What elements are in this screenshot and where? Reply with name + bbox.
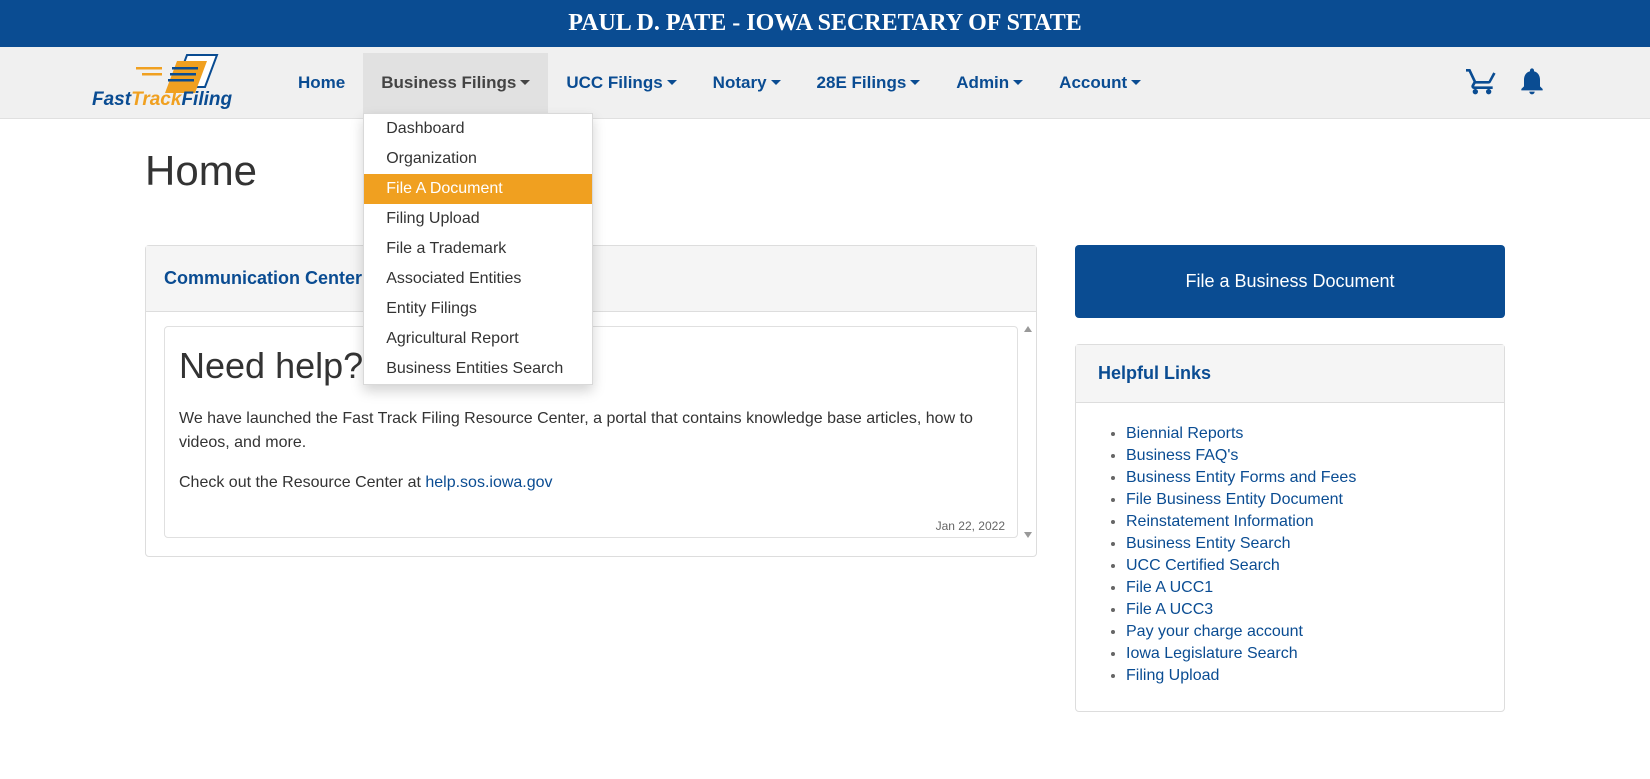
nav-business-filings-label: Business Filings <box>381 73 516 93</box>
helpful-link[interactable]: Pay your charge account <box>1126 623 1303 640</box>
dropdown-dashboard[interactable]: Dashboard <box>364 114 592 144</box>
helpful-link[interactable]: Iowa Legislature Search <box>1126 645 1298 662</box>
caret-icon <box>1131 80 1141 85</box>
list-item: UCC Certified Search <box>1126 557 1484 575</box>
caret-icon <box>667 80 677 85</box>
logo[interactable]: FastTrackFiling <box>92 47 252 118</box>
helpful-link[interactable]: UCC Certified Search <box>1126 557 1280 574</box>
card-date: Jan 22, 2022 <box>936 519 1005 533</box>
nav-ucc-filings[interactable]: UCC Filings <box>548 53 694 113</box>
helpful-link[interactable]: File A UCC1 <box>1126 579 1213 596</box>
navbar: FastTrackFiling Home Business Filings Da… <box>0 47 1650 119</box>
list-item: File Business Entity Document <box>1126 491 1484 509</box>
dropdown-organization[interactable]: Organization <box>364 144 592 174</box>
helpful-links-panel: Helpful Links Biennial Reports Business … <box>1075 344 1505 712</box>
nav-28e-filings-label: 28E Filings <box>817 73 907 93</box>
page-container: Home Communication Center Need help? We … <box>145 147 1505 752</box>
helpful-links-list: Biennial Reports Business FAQ's Business… <box>1076 403 1504 711</box>
page-title: Home <box>145 147 1505 195</box>
nav-account-label: Account <box>1059 73 1127 93</box>
business-filings-dropdown: Dashboard Organization File A Document F… <box>363 113 593 385</box>
caret-icon <box>771 80 781 85</box>
list-item: Business FAQ's <box>1126 447 1484 465</box>
list-item: File A UCC3 <box>1126 601 1484 619</box>
helpful-links-title: Helpful Links <box>1076 345 1504 403</box>
right-column: File a Business Document Helpful Links B… <box>1075 245 1505 712</box>
dropdown-associated-entities[interactable]: Associated Entities <box>364 264 592 294</box>
nav-notary-label: Notary <box>713 73 767 93</box>
helpful-link[interactable]: Business Entity Search <box>1126 535 1291 552</box>
nav-right <box>1466 65 1558 100</box>
helpful-link[interactable]: Business FAQ's <box>1126 447 1238 464</box>
dropdown-business-entities-search[interactable]: Business Entities Search <box>364 354 592 384</box>
dropdown-file-trademark[interactable]: File a Trademark <box>364 234 592 264</box>
helpful-link[interactable]: Reinstatement Information <box>1126 513 1314 530</box>
scroll-up-icon <box>1024 326 1032 332</box>
nav-ucc-filings-label: UCC Filings <box>566 73 662 93</box>
file-business-document-button[interactable]: File a Business Document <box>1075 245 1505 318</box>
fast-track-filing-logo-icon: FastTrackFiling <box>92 53 252 109</box>
scrollbar[interactable] <box>1024 326 1032 538</box>
dropdown-file-a-document[interactable]: File A Document <box>364 174 592 204</box>
list-item: Business Entity Forms and Fees <box>1126 469 1484 487</box>
list-item: Reinstatement Information <box>1126 513 1484 531</box>
cart-icon <box>1466 65 1498 97</box>
nav-account[interactable]: Account <box>1041 53 1159 113</box>
helpful-link[interactable]: Business Entity Forms and Fees <box>1126 469 1356 486</box>
helpful-link[interactable]: Biennial Reports <box>1126 425 1243 442</box>
nav-notary[interactable]: Notary <box>695 53 799 113</box>
scroll-down-icon <box>1024 532 1032 538</box>
dropdown-agricultural-report[interactable]: Agricultural Report <box>364 324 592 354</box>
nav-home[interactable]: Home <box>280 53 363 113</box>
caret-icon <box>910 80 920 85</box>
notifications-button[interactable] <box>1516 65 1548 100</box>
list-item: Iowa Legislature Search <box>1126 645 1484 663</box>
need-help-paragraph-2: Check out the Resource Center at help.so… <box>179 471 1003 495</box>
caret-icon <box>520 80 530 85</box>
helpful-link[interactable]: Filing Upload <box>1126 667 1219 684</box>
bell-icon <box>1516 65 1548 97</box>
nav-admin-label: Admin <box>956 73 1009 93</box>
resource-center-link[interactable]: help.sos.iowa.gov <box>425 474 552 491</box>
dropdown-filing-upload[interactable]: Filing Upload <box>364 204 592 234</box>
page-row: Communication Center Need help? We have … <box>145 245 1505 712</box>
nav-business-filings[interactable]: Business Filings <box>363 53 548 113</box>
need-help-p2-prefix: Check out the Resource Center at <box>179 474 425 491</box>
list-item: Pay your charge account <box>1126 623 1484 641</box>
dropdown-entity-filings[interactable]: Entity Filings <box>364 294 592 324</box>
header-banner: PAUL D. PATE - IOWA SECRETARY OF STATE <box>0 0 1650 47</box>
helpful-link[interactable]: File A UCC3 <box>1126 601 1213 618</box>
caret-icon <box>1013 80 1023 85</box>
nav-28e-filings[interactable]: 28E Filings <box>799 53 939 113</box>
list-item: Business Entity Search <box>1126 535 1484 553</box>
helpful-link[interactable]: File Business Entity Document <box>1126 491 1343 508</box>
list-item: File A UCC1 <box>1126 579 1484 597</box>
need-help-paragraph-1: We have launched the Fast Track Filing R… <box>179 407 1003 455</box>
list-item: Filing Upload <box>1126 667 1484 685</box>
list-item: Biennial Reports <box>1126 425 1484 443</box>
cart-button[interactable] <box>1466 65 1498 100</box>
nav-admin[interactable]: Admin <box>938 53 1041 113</box>
svg-text:FastTrackFiling: FastTrackFiling <box>92 89 232 109</box>
nav-items: Home Business Filings Dashboard Organiza… <box>280 53 1466 113</box>
